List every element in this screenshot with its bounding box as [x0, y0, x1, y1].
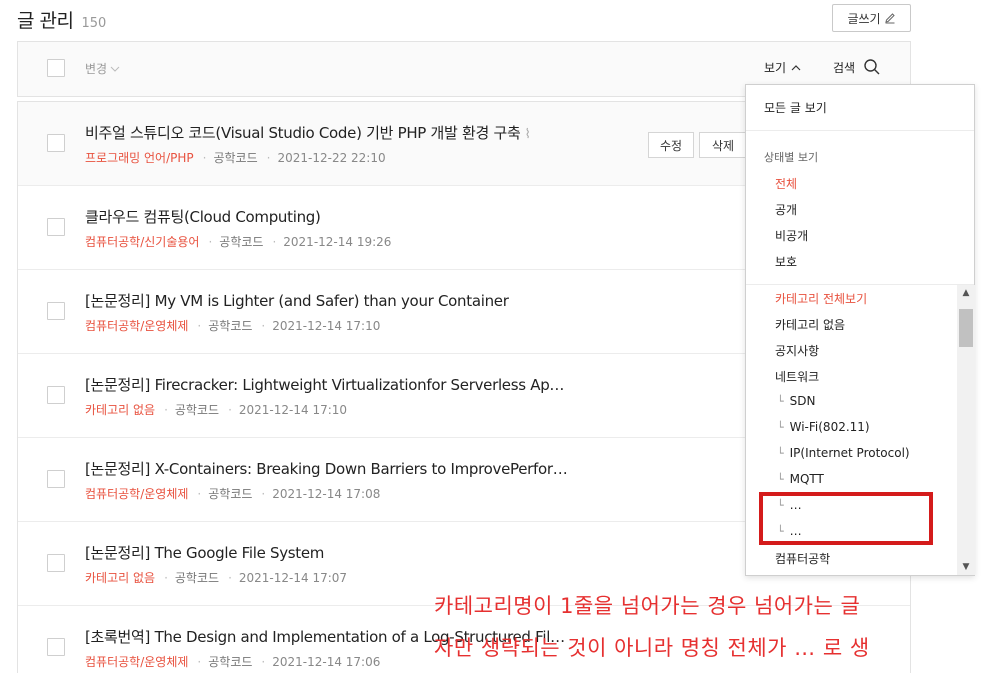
- post-category[interactable]: 카테고리 없음: [85, 401, 155, 418]
- subcategory-option[interactable]: └ MQTT: [777, 472, 824, 486]
- post-author: 공학코드: [208, 319, 253, 333]
- post-date: 2021-12-14 17:07: [238, 570, 348, 585]
- status-option-private[interactable]: 비공개: [775, 227, 808, 244]
- post-title-link[interactable]: [논문정리] My VM is Lighter (and Safer) than…: [85, 290, 509, 311]
- category-option[interactable]: 카테고리 없음: [775, 316, 845, 333]
- post-category[interactable]: 컴퓨터공학/운영체제: [85, 317, 188, 334]
- tree-branch-icon: └: [777, 394, 784, 408]
- row-checkbox[interactable]: [47, 554, 65, 572]
- search-label: 검색: [833, 60, 856, 75]
- post-author: 공학코드: [213, 151, 258, 165]
- post-date: 2021-12-22 22:10: [277, 150, 386, 165]
- post-date: 2021-12-14 17:06: [272, 654, 381, 669]
- post-meta: 컴퓨터공학/운영체제 · 공학코드 · 2021-12-14 17:06: [85, 653, 381, 670]
- category-option[interactable]: 공지사항: [775, 342, 819, 359]
- search-icon: [864, 59, 880, 75]
- attachment-icon: ⌇: [524, 127, 531, 142]
- row-checkbox[interactable]: [47, 386, 65, 404]
- post-title-link[interactable]: [논문정리] Firecracker: Lightweight Virtuali…: [85, 374, 564, 395]
- category-option[interactable]: 네트워크: [775, 368, 819, 385]
- category-option[interactable]: 컴퓨터공학: [775, 550, 830, 567]
- post-category[interactable]: 컴퓨터공학/신기술용어: [85, 233, 199, 250]
- tree-branch-icon: └: [777, 420, 784, 434]
- subcategory-option[interactable]: └ Wi-Fi(802.11): [777, 420, 870, 434]
- search-button[interactable]: 검색: [833, 58, 881, 76]
- write-button-label: 글쓰기: [847, 11, 881, 26]
- post-category[interactable]: 프로그래밍 언어/PHP: [85, 149, 194, 166]
- row-checkbox[interactable]: [47, 302, 65, 320]
- subcategory-option[interactable]: └ SDN: [777, 394, 815, 408]
- divider: [746, 130, 974, 131]
- chevron-up-icon: [791, 64, 801, 70]
- post-meta: 컴퓨터공학/운영체제 · 공학코드 · 2021-12-14 17:08: [85, 485, 381, 502]
- post-title-link[interactable]: 클라우드 컴퓨팅(Cloud Computing): [85, 206, 321, 227]
- all-posts-option[interactable]: 모든 글 보기: [764, 99, 827, 116]
- post-date: 2021-12-14 19:26: [283, 234, 392, 249]
- select-all-checkbox[interactable]: [47, 59, 65, 77]
- delete-button[interactable]: 삭제: [699, 132, 747, 158]
- post-meta: 카테고리 없음 · 공학코드 · 2021-12-14 17:10: [85, 401, 348, 418]
- change-dropdown[interactable]: 변경: [85, 60, 120, 77]
- post-author: 공학코드: [208, 487, 253, 501]
- status-option-all[interactable]: 전체: [775, 175, 797, 192]
- divider: [746, 284, 974, 285]
- post-meta: 프로그래밍 언어/PHP · 공학코드 · 2021-12-22 22:10: [85, 149, 386, 166]
- post-meta: 컴퓨터공학/운영체제 · 공학코드 · 2021-12-14 17:10: [85, 317, 381, 334]
- post-title-link[interactable]: [논문정리] The Google File System: [85, 542, 324, 563]
- subcategory-option[interactable]: └ IP(Internet Protocol): [777, 446, 910, 460]
- post-date: 2021-12-14 17:08: [272, 486, 381, 501]
- highlight-box: [759, 492, 933, 545]
- post-date: 2021-12-14 17:10: [238, 402, 348, 417]
- view-label: 보기: [764, 61, 787, 75]
- post-date: 2021-12-14 17:10: [272, 318, 381, 333]
- chevron-down-icon: [110, 66, 120, 72]
- post-category[interactable]: 컴퓨터공학/운영체제: [85, 485, 188, 502]
- post-title-link[interactable]: [논문정리] X-Containers: Breaking Down Barri…: [85, 458, 568, 479]
- status-option-protected[interactable]: 보호: [775, 253, 797, 270]
- post-title-link[interactable]: 비주얼 스튜디오 코드(Visual Studio Code) 기반 PHP 개…: [85, 122, 531, 143]
- row-checkbox[interactable]: [47, 470, 65, 488]
- dropdown-scrollbar[interactable]: ▲ ▼: [957, 285, 975, 575]
- status-option-public[interactable]: 공개: [775, 201, 797, 218]
- change-label: 변경: [85, 62, 108, 76]
- row-checkbox[interactable]: [47, 218, 65, 236]
- row-checkbox[interactable]: [47, 638, 65, 656]
- post-author: 공학코드: [174, 403, 220, 417]
- post-author: 공학코드: [219, 235, 264, 249]
- post-meta: 카테고리 없음 · 공학코드 · 2021-12-14 17:07: [85, 569, 348, 586]
- row-checkbox[interactable]: [47, 134, 65, 152]
- category-option-all[interactable]: 카테고리 전체보기: [775, 290, 867, 307]
- tree-branch-icon: └: [777, 472, 784, 486]
- scrollbar-thumb[interactable]: [959, 309, 973, 347]
- view-filter-button[interactable]: 보기: [764, 59, 801, 76]
- scroll-down-icon[interactable]: ▼: [957, 559, 975, 575]
- scroll-up-icon[interactable]: ▲: [957, 285, 975, 301]
- status-section-title: 상태별 보기: [764, 151, 819, 164]
- post-author: 공학코드: [208, 655, 253, 669]
- page-header: 글 관리 150: [17, 6, 106, 32]
- edit-button[interactable]: 수정: [648, 132, 694, 158]
- post-category[interactable]: 컴퓨터공학/운영체제: [85, 653, 188, 670]
- annotation-line-2: 자만 생략되는 것이 아니라 명칭 전체가 … 로 생: [434, 636, 870, 660]
- post-count: 150: [81, 16, 107, 31]
- tree-branch-icon: └: [777, 446, 784, 460]
- page-title: 글 관리: [17, 10, 74, 32]
- post-meta: 컴퓨터공학/신기술용어 · 공학코드 · 2021-12-14 19:26: [85, 233, 392, 250]
- write-post-button[interactable]: 글쓰기: [832, 4, 911, 32]
- post-category[interactable]: 카테고리 없음: [85, 569, 155, 586]
- annotation-line-1: 카테고리명이 1줄을 넘어가는 경우 넘어가는 글: [434, 594, 861, 618]
- post-author: 공학코드: [174, 571, 220, 585]
- pencil-icon: [884, 13, 895, 24]
